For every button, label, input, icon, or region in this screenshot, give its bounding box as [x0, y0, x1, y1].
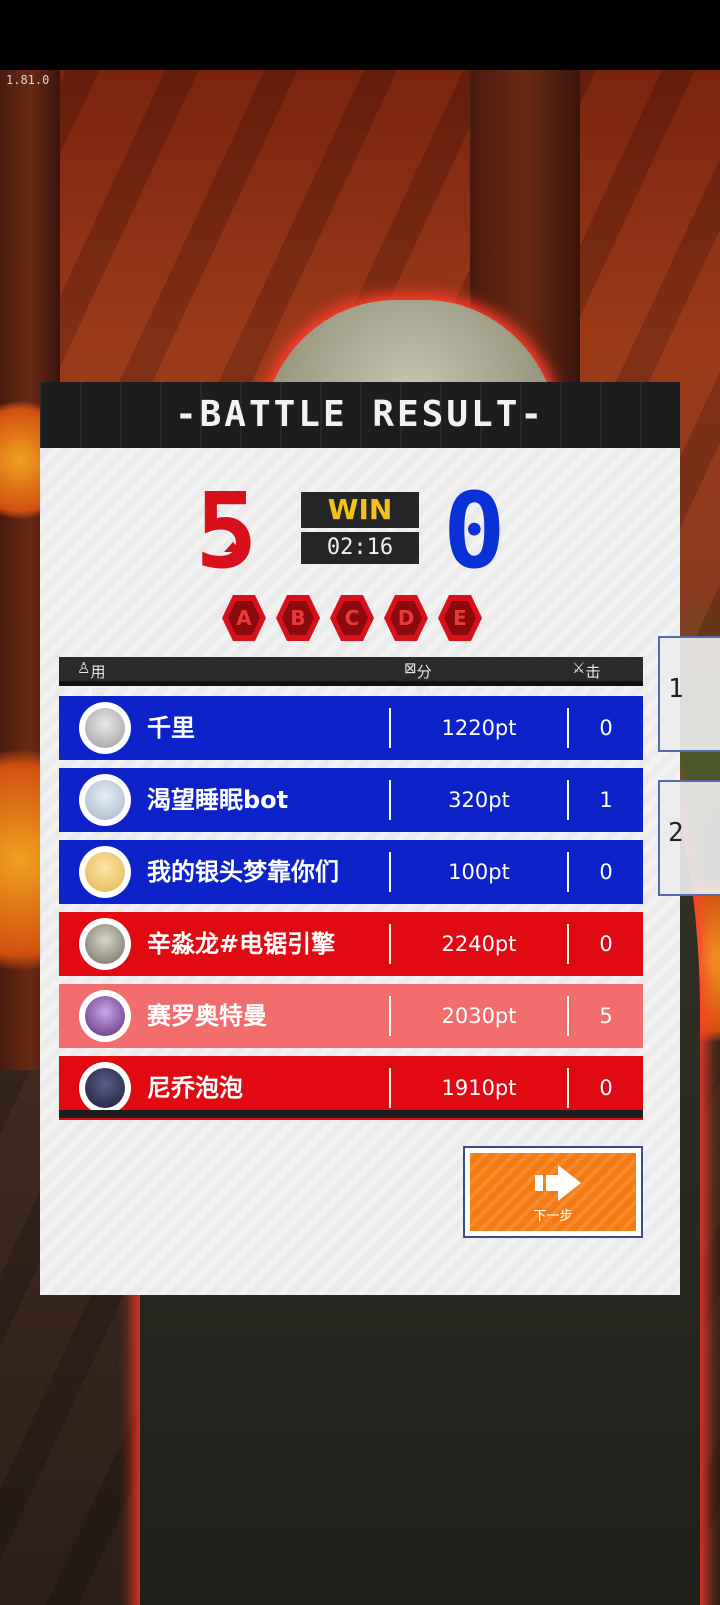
blue-team-score: 0 [443, 470, 506, 592]
player-kills: 0 [599, 932, 613, 956]
player-name: 赛罗奥特曼 [147, 1002, 267, 1030]
user-column-header: ♙ 用户名 [77, 659, 106, 723]
player-name: 辛淼龙#电锯引擎 [147, 930, 336, 958]
version-label: 1.81.0 [6, 73, 50, 87]
score-column-header: ⊠ 分数 [404, 659, 432, 702]
match-time: 02:16 [301, 532, 419, 564]
player-avatar [79, 702, 131, 754]
header-divider [59, 681, 643, 686]
player-name: 渴望睡眠bot [147, 786, 289, 814]
match-result-badge: WIN [301, 492, 419, 528]
next-step-button[interactable]: 下一步 [463, 1146, 643, 1238]
table-header: ♙ 用户名 ⊠ 分数 ⚔ 击杀 [59, 657, 643, 723]
zone-c-icon: C [330, 595, 374, 641]
team-indicator-icon [224, 542, 242, 552]
player-name: 我的银头梦靠你们 [147, 858, 339, 886]
panel-title: -BATTLE RESULT- [174, 394, 546, 435]
side-tab-1[interactable]: 1 [658, 636, 720, 752]
kills-column-header: ⚔ 击杀 [572, 659, 601, 702]
zone-a-icon: A [222, 595, 266, 641]
player-kills: 0 [599, 860, 613, 884]
battle-result-panel: -BATTLE RESULT- 5 WIN 02:16 0 A B C D E … [40, 382, 680, 1295]
zone-e-icon: E [438, 595, 482, 641]
player-kills: 0 [599, 716, 613, 740]
player-row[interactable]: 我的银头梦靠你们 100pt 0 [59, 840, 643, 904]
player-row-highlighted[interactable]: 赛罗奥特曼 2030pt 5 [59, 984, 643, 1048]
player-points: 1220pt [441, 716, 517, 740]
side-tab-2[interactable]: 2 [658, 780, 720, 896]
player-points: 2030pt [441, 1004, 517, 1028]
player-avatar [79, 918, 131, 970]
zone-b-icon: B [276, 595, 320, 641]
player-points: 2240pt [441, 932, 517, 956]
table-footer-bar [59, 1110, 643, 1118]
player-points: 100pt [448, 860, 510, 884]
player-row[interactable]: 渴望睡眠bot 320pt 1 [59, 768, 643, 832]
red-team-score: 5 [195, 470, 258, 592]
player-kills: 5 [599, 1004, 613, 1028]
panel-header: -BATTLE RESULT- [40, 382, 680, 448]
zone-d-icon: D [384, 595, 428, 641]
player-avatar [79, 990, 131, 1042]
player-points: 320pt [448, 788, 510, 812]
player-row[interactable]: 千里 1220pt 0 [59, 696, 643, 760]
player-avatar [79, 846, 131, 898]
player-name: 千里 [147, 714, 195, 742]
capture-zones: A B C D E [222, 595, 512, 645]
player-kills: 1 [599, 788, 613, 812]
player-avatar [79, 774, 131, 826]
player-avatar [79, 1062, 131, 1114]
arrow-right-icon [535, 1165, 581, 1201]
player-row[interactable]: 辛淼龙#电锯引擎 2240pt 0 [59, 912, 643, 976]
next-step-label: 下一步 [533, 1209, 573, 1224]
